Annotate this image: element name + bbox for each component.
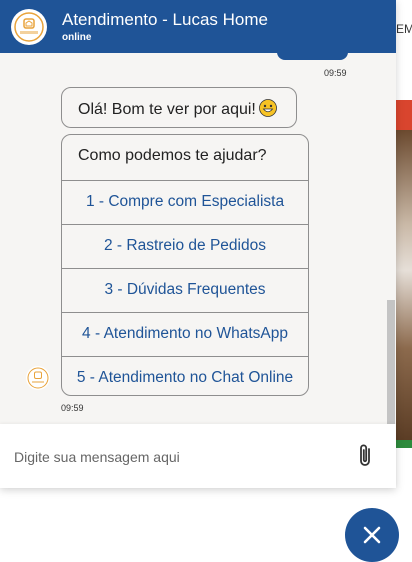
chat-status: online <box>62 32 92 43</box>
message-input[interactable]: Digite sua mensagem aqui <box>14 449 180 465</box>
chat-title: Atendimento - Lucas Home <box>62 10 268 29</box>
greeting-text: Olá! Bom te ver por aqui! <box>78 101 256 118</box>
background-fragment-text: EM] <box>396 22 412 36</box>
bot-avatar <box>26 366 50 390</box>
close-chat-button[interactable] <box>345 508 399 562</box>
option-atendimento-chat-online[interactable]: 5 - Atendimento no Chat Online <box>62 357 308 400</box>
message-input-bar: Digite sua mensagem aqui <box>0 424 396 488</box>
background-banner <box>396 100 412 130</box>
bot-greeting-bubble: Olá! Bom te ver por aqui! <box>61 87 297 128</box>
menu-question: Como podemos te ajudar? <box>62 135 308 181</box>
option-duvidas-frequentes[interactable]: 3 - Dúvidas Frequentes <box>62 269 308 313</box>
close-icon <box>363 526 381 544</box>
lucas-home-logo-icon <box>11 9 47 45</box>
grinning-face-icon <box>258 99 277 122</box>
chat-header: Atendimento - Lucas Home online <box>0 0 396 53</box>
option-atendimento-whatsapp[interactable]: 4 - Atendimento no WhatsApp <box>62 313 308 357</box>
chat-widget: 09:59 Atendimento - Lucas Home online Ol… <box>0 0 396 488</box>
paperclip-icon[interactable] <box>355 443 375 474</box>
chat-scrollbar[interactable] <box>387 300 395 424</box>
option-compre-com-especialista[interactable]: 1 - Compre com Especialista <box>62 181 308 225</box>
background-image <box>396 130 412 442</box>
option-rastreio-de-pedidos[interactable]: 2 - Rastreio de Pedidos <box>62 225 308 269</box>
background-page: EM] <box>396 0 412 561</box>
bot-options-menu: Como podemos te ajudar? 1 - Compre com E… <box>61 134 309 396</box>
background-accent <box>396 440 412 448</box>
user-message-time: 09:59 <box>324 68 347 78</box>
bot-message-time: 09:59 <box>61 403 84 413</box>
